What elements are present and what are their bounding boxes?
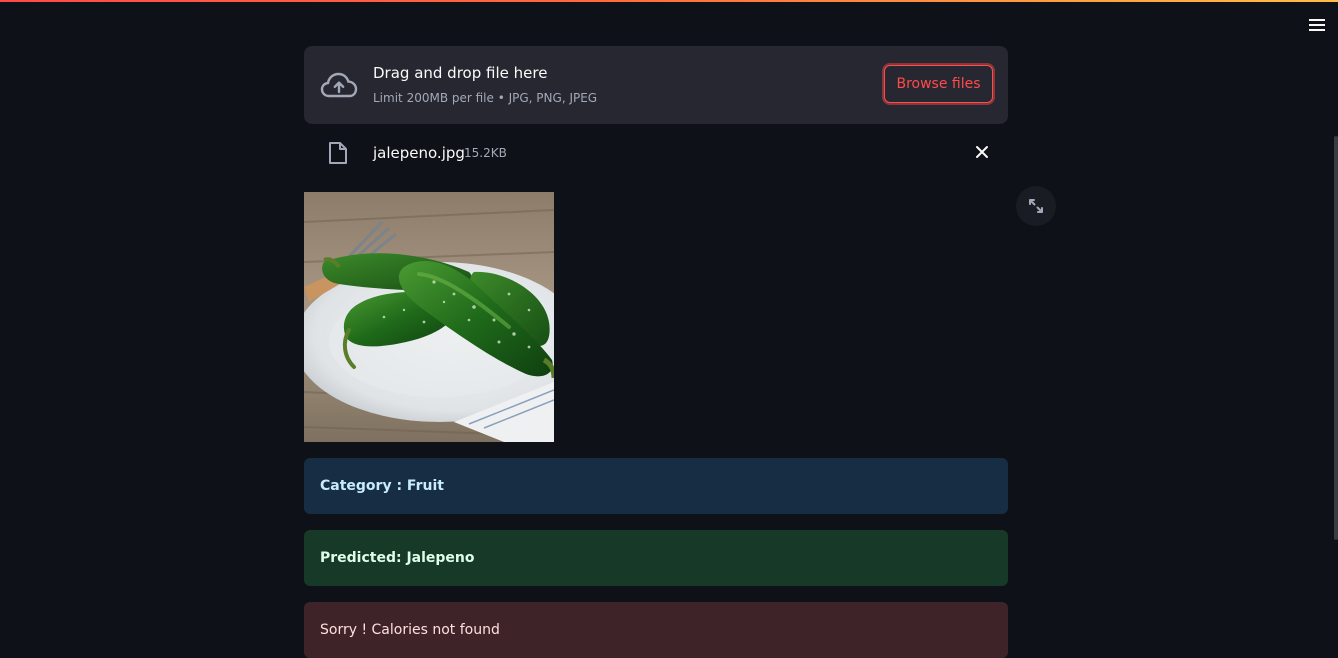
calories-error-alert: Sorry ! Calories not found (304, 602, 1008, 658)
uploaded-file-size: 15.2KB (464, 146, 507, 160)
hamburger-menu-icon (1309, 19, 1325, 21)
file-icon (329, 142, 347, 164)
page-scrollbar[interactable] (1334, 136, 1338, 540)
dropzone-title: Drag and drop file here (373, 64, 548, 82)
fullscreen-icon (1029, 199, 1043, 213)
category-info-alert: Category : Fruit (304, 458, 1008, 514)
browse-files-button[interactable]: Browse files (884, 65, 993, 103)
uploaded-file-row: jalepeno.jpg 15.2KB (304, 136, 1008, 170)
dropzone-limit-text: Limit 200MB per file • JPG, PNG, JPEG (373, 91, 598, 105)
uploaded-file-name: jalepeno.jpg (373, 144, 465, 162)
uploaded-image (304, 192, 554, 442)
cloud-upload-icon (320, 72, 358, 98)
predicted-text: Predicted: Jalepeno (320, 550, 475, 566)
category-text: Category : Fruit (320, 478, 444, 494)
main-menu-button[interactable] (1306, 15, 1328, 35)
top-decoration-bar (0, 0, 1338, 2)
calories-text: Sorry ! Calories not found (320, 622, 500, 638)
close-icon[interactable] (973, 143, 991, 161)
prediction-success-alert: Predicted: Jalepeno (304, 530, 1008, 586)
file-uploader-dropzone[interactable]: Drag and drop file here Limit 200MB per … (304, 46, 1008, 124)
fullscreen-button[interactable] (1016, 186, 1056, 226)
